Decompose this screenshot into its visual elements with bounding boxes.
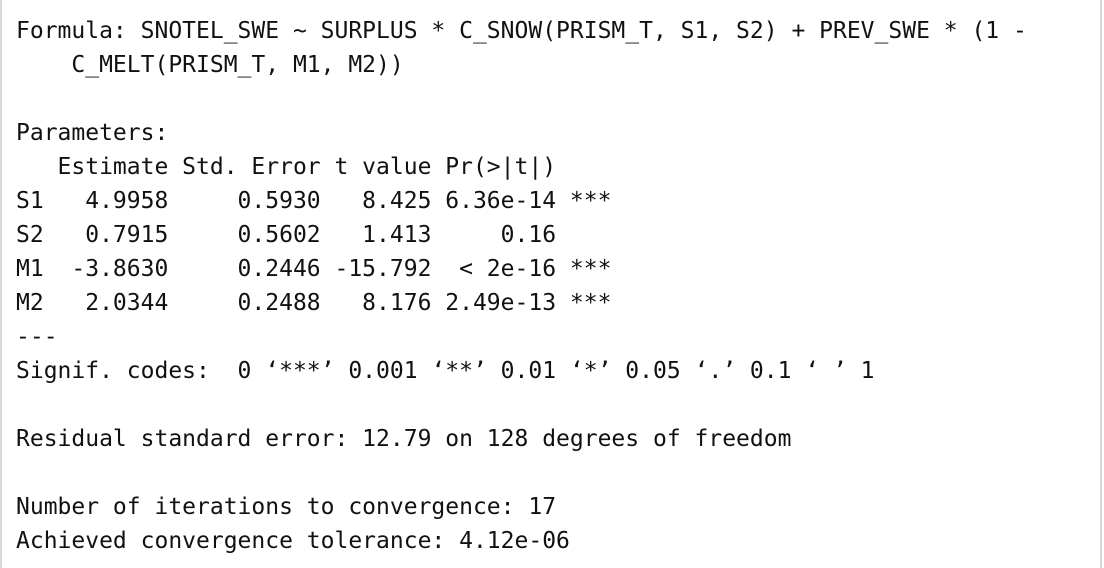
formula-continuation-line: C_MELT(PRISM_T, M1, M2)) <box>16 52 404 78</box>
coefficient-row-s1: S1 4.9958 0.5930 8.425 6.36e-14 *** <box>16 188 612 214</box>
console-output-panel: Formula: SNOTEL_SWE ~ SURPLUS * C_SNOW(P… <box>0 0 1102 568</box>
coefficient-row-m2: M2 2.0344 0.2488 8.176 2.49e-13 *** <box>16 290 612 316</box>
formula-line: Formula: SNOTEL_SWE ~ SURPLUS * C_SNOW(P… <box>16 18 1027 44</box>
nls-summary-output: Formula: SNOTEL_SWE ~ SURPLUS * C_SNOW(P… <box>16 14 1027 558</box>
coefficient-table-header: Estimate Std. Error t value Pr(>|t|) <box>16 154 557 180</box>
signif-codes-line: Signif. codes: 0 ‘***’ 0.001 ‘**’ 0.01 ‘… <box>16 358 875 384</box>
iterations-line: Number of iterations to convergence: 17 <box>16 494 557 520</box>
residual-standard-error-line: Residual standard error: 12.79 on 128 de… <box>16 426 792 452</box>
coefficient-row-m1: M1 -3.8630 0.2446 -15.792 < 2e-16 *** <box>16 256 612 282</box>
parameters-heading: Parameters: <box>16 120 169 146</box>
separator-line: --- <box>16 324 58 350</box>
convergence-tolerance-line: Achieved convergence tolerance: 4.12e-06 <box>16 528 570 554</box>
coefficient-row-s2: S2 0.7915 0.5602 1.413 0.16 <box>16 222 557 248</box>
